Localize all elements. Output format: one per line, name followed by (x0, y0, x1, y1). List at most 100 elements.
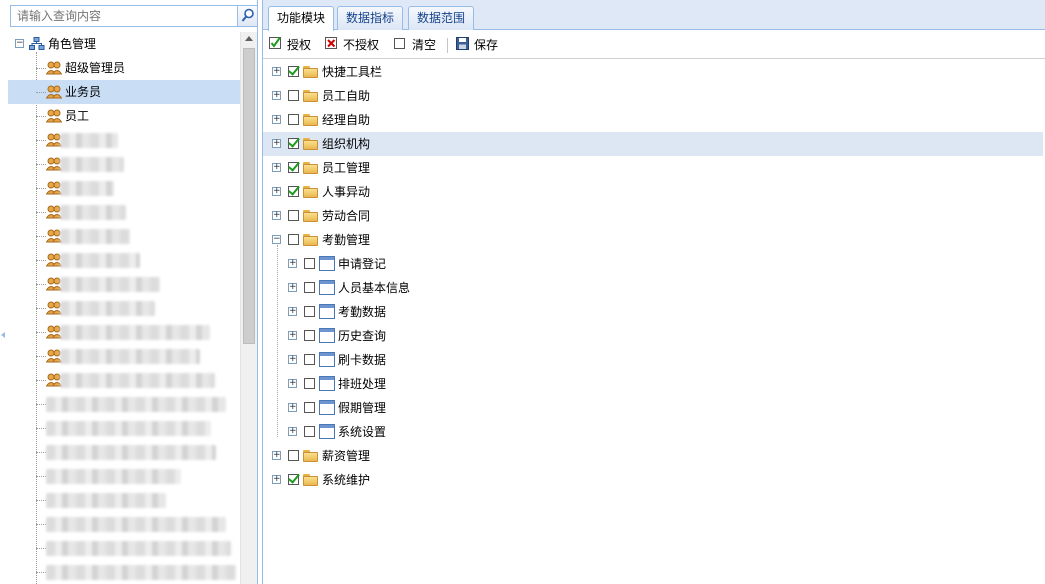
clear-button[interactable]: 清空 (394, 36, 442, 54)
permission-checkbox[interactable] (304, 330, 315, 341)
role-tree-item[interactable] (8, 560, 240, 584)
scroll-thumb[interactable] (243, 48, 255, 344)
permission-checkbox[interactable] (288, 90, 299, 101)
role-tree-root[interactable]: − 角色管理 (8, 32, 240, 56)
obscured-role-label (46, 493, 166, 508)
revoke-button[interactable]: 不授权 (325, 36, 387, 54)
module-tree-subitem[interactable]: + 排班处理 (263, 372, 1043, 396)
tree-branch-line (36, 452, 46, 453)
module-tree-item[interactable]: + 薪资管理 (263, 444, 1043, 468)
tab-data-scope[interactable]: 数据范围 (408, 6, 475, 30)
module-tree-item[interactable]: − 考勤管理 (263, 228, 1043, 252)
role-tree-item[interactable] (8, 320, 240, 344)
permission-checkbox[interactable] (304, 402, 315, 413)
role-tree-item[interactable] (8, 416, 240, 440)
permission-checkbox[interactable] (288, 474, 299, 485)
role-tree-item[interactable] (8, 344, 240, 368)
expand-toggle-icon[interactable]: + (272, 451, 281, 460)
expand-toggle-icon[interactable]: + (288, 307, 297, 316)
expand-toggle-icon[interactable]: + (288, 379, 297, 388)
tab-function-modules[interactable]: 功能模块 (268, 6, 335, 31)
role-tree-item[interactable]: 业务员 (8, 80, 240, 104)
role-tree-item[interactable] (8, 200, 240, 224)
permission-checkbox[interactable] (288, 186, 299, 197)
role-tree-item[interactable] (8, 152, 240, 176)
expand-toggle-icon[interactable]: + (288, 403, 297, 412)
role-tree-item[interactable] (8, 464, 240, 488)
role-tree-item[interactable] (8, 128, 240, 152)
role-tree-item[interactable] (8, 272, 240, 296)
expand-toggle-icon[interactable]: + (288, 331, 297, 340)
permission-checkbox[interactable] (304, 258, 315, 269)
permission-checkbox[interactable] (304, 282, 315, 293)
expand-toggle-icon[interactable]: + (272, 187, 281, 196)
role-tree-item[interactable] (8, 536, 240, 560)
role-tree-item[interactable]: 超级管理员 (8, 56, 240, 80)
module-tree-item[interactable]: + 员工自助 (263, 84, 1043, 108)
permission-checkbox[interactable] (288, 210, 299, 221)
role-tree-item[interactable] (8, 296, 240, 320)
search-input[interactable] (11, 6, 237, 26)
permission-checkbox[interactable] (288, 450, 299, 461)
expand-toggle-icon[interactable]: + (272, 91, 281, 100)
expand-toggle-icon[interactable]: + (272, 211, 281, 220)
role-tree-item[interactable] (8, 488, 240, 512)
permission-checkbox[interactable] (288, 138, 299, 149)
permission-checkbox[interactable] (288, 66, 299, 77)
expand-toggle-icon[interactable]: + (288, 355, 297, 364)
obscured-role-label (46, 421, 211, 436)
module-tree-item[interactable]: + 组织机构 (263, 132, 1043, 156)
permission-checkbox[interactable] (288, 234, 299, 245)
module-tree-subitem[interactable]: + 人员基本信息 (263, 276, 1043, 300)
expand-toggle-icon[interactable]: + (288, 427, 297, 436)
expand-toggle-icon[interactable]: + (272, 163, 281, 172)
folder-icon (303, 234, 318, 246)
tab-data-indicators[interactable]: 数据指标 (337, 6, 404, 30)
expand-toggle-icon[interactable]: + (272, 67, 281, 76)
module-tree-item[interactable]: + 经理自助 (263, 108, 1043, 132)
module-tree-subitem[interactable]: + 假期管理 (263, 396, 1043, 420)
scroll-up-icon[interactable] (245, 36, 253, 41)
expand-toggle-icon[interactable]: + (272, 139, 281, 148)
role-tree-item[interactable] (8, 440, 240, 464)
module-tree-subitem[interactable]: + 考勤数据 (263, 300, 1043, 324)
expand-toggle-icon[interactable]: + (272, 475, 281, 484)
permission-checkbox[interactable] (288, 114, 299, 125)
module-tree-item[interactable]: + 快捷工具栏 (263, 60, 1043, 84)
permission-checkbox[interactable] (304, 354, 315, 365)
save-button[interactable]: 保存 (456, 36, 504, 54)
module-tree-subitem[interactable]: + 申请登记 (263, 252, 1043, 276)
tree-branch-line (36, 524, 46, 525)
collapse-arrow-icon[interactable] (1, 332, 5, 338)
role-tree-item[interactable] (8, 392, 240, 416)
collapse-splitter[interactable] (0, 0, 8, 584)
module-label: 人事异动 (322, 185, 371, 199)
module-label: 考勤管理 (322, 233, 371, 247)
user-group-icon (46, 85, 62, 99)
collapse-toggle-icon[interactable]: − (15, 39, 24, 48)
module-tree-subitem[interactable]: + 系统设置 (263, 420, 1043, 444)
module-tree-item[interactable]: + 劳动合同 (263, 204, 1043, 228)
expand-toggle-icon[interactable]: + (288, 283, 297, 292)
module-tree-subitem[interactable]: + 历史查询 (263, 324, 1043, 348)
role-tree-item[interactable]: 员工 (8, 104, 240, 128)
grant-button[interactable]: 授权 (269, 36, 317, 54)
module-tree-item[interactable]: + 系统维护 (263, 468, 1043, 492)
permission-checkbox[interactable] (304, 426, 315, 437)
role-tree-item[interactable] (8, 176, 240, 200)
role-tree-item[interactable] (8, 248, 240, 272)
role-tree-scrollbar[interactable] (240, 32, 257, 584)
collapse-toggle-icon[interactable]: − (272, 235, 281, 244)
module-tree-item[interactable]: + 员工管理 (263, 156, 1043, 180)
role-tree-item[interactable] (8, 368, 240, 392)
permission-checkbox[interactable] (304, 378, 315, 389)
role-tree-item[interactable] (8, 512, 240, 536)
permission-checkbox[interactable] (288, 162, 299, 173)
permission-checkbox[interactable] (304, 306, 315, 317)
expand-toggle-icon[interactable]: + (272, 115, 281, 124)
module-tree-subitem[interactable]: + 刷卡数据 (263, 348, 1043, 372)
module-tree-item[interactable]: + 人事异动 (263, 180, 1043, 204)
search-button[interactable] (237, 6, 257, 26)
expand-toggle-icon[interactable]: + (288, 259, 297, 268)
role-tree-item[interactable] (8, 224, 240, 248)
